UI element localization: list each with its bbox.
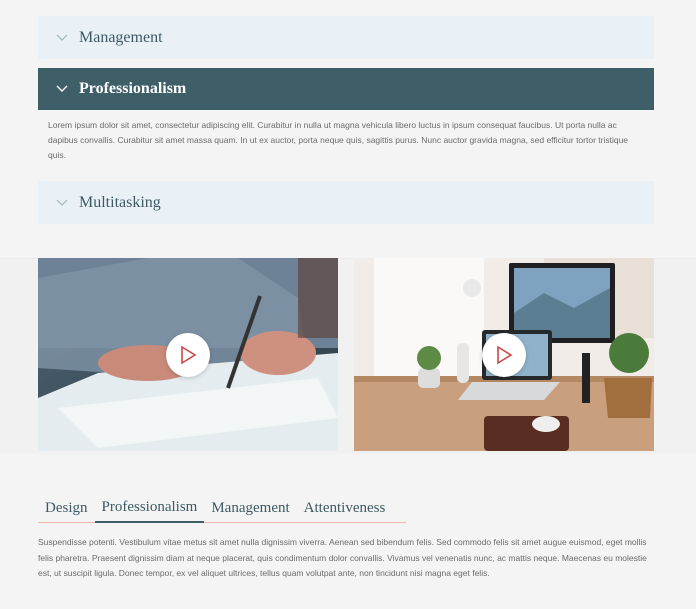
play-icon bbox=[497, 345, 513, 365]
accordion-item-multitasking[interactable]: Multitasking bbox=[38, 181, 654, 224]
accordion-header-multitasking[interactable]: Multitasking bbox=[38, 181, 654, 224]
video-thumbnail-desk[interactable] bbox=[354, 258, 654, 451]
tab-bar: Design Professionalism Management Attent… bbox=[38, 496, 406, 523]
chevron-down-icon bbox=[55, 196, 69, 210]
tab-attentiveness[interactable]: Attentiveness bbox=[297, 500, 393, 522]
chevron-down-icon bbox=[55, 31, 69, 45]
accordion-body: Lorem ipsum dolor sit amet, consectetur … bbox=[48, 120, 629, 160]
accordion-label: Management bbox=[79, 28, 163, 46]
play-button[interactable] bbox=[166, 333, 210, 377]
accordion-label: Multitasking bbox=[79, 193, 161, 211]
play-icon bbox=[181, 345, 197, 365]
tab-content: Suspendisse potenti. Vestibulum vitae me… bbox=[38, 537, 647, 578]
chevron-down-icon bbox=[55, 82, 69, 96]
tab-professionalism[interactable]: Professionalism bbox=[94, 499, 205, 523]
tab-design[interactable]: Design bbox=[38, 500, 95, 522]
accordion-label: Professionalism bbox=[79, 80, 187, 97]
accordion-item-professionalism[interactable]: Professionalism Lorem ipsum dolor sit am… bbox=[38, 68, 654, 163]
video-thumbnail-writing[interactable] bbox=[38, 258, 338, 451]
accordion-item-management[interactable]: Management bbox=[38, 16, 654, 59]
play-button[interactable] bbox=[482, 333, 526, 377]
accordion-header-professionalism[interactable]: Professionalism bbox=[38, 68, 654, 110]
accordion-header-management[interactable]: Management bbox=[38, 16, 654, 59]
tab-management[interactable]: Management bbox=[204, 500, 296, 522]
